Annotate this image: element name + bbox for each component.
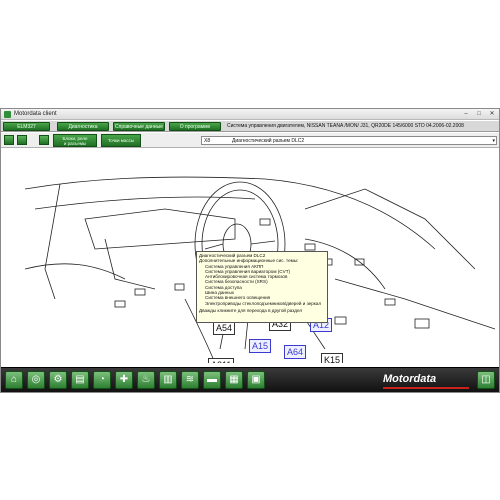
window-title: Motordata client <box>14 111 57 117</box>
contacts-icon[interactable]: ▣ <box>247 371 265 389</box>
tooltip-footer: Дважды кликните для перехода в другой ра… <box>199 307 303 313</box>
tab-blocks-relays-connectors[interactable]: Блоки, реле и разъемы <box>53 134 97 147</box>
app-icon <box>4 111 11 118</box>
minimize-button[interactable]: – <box>461 110 471 118</box>
tools-icon[interactable]: ✚ <box>115 371 133 389</box>
oil-icon[interactable]: ♨ <box>137 371 155 389</box>
select-code: X8 <box>204 138 211 144</box>
connector-label-a15[interactable]: A15 <box>249 339 272 353</box>
main-toolbar: ELM327 Диагностика Справочные данные О п… <box>1 121 499 132</box>
engine-icon[interactable]: ⚙ <box>49 371 67 389</box>
tab-elm327[interactable]: ELM327 <box>3 122 50 131</box>
search-icon[interactable]: ◎ <box>27 371 45 389</box>
connector-label-k15[interactable]: K15 <box>321 353 344 363</box>
home-icon[interactable]: ⌂ <box>5 371 23 389</box>
car-icon[interactable]: ▬ <box>203 371 221 389</box>
tab-reference-data[interactable]: Справочные данные <box>113 122 165 131</box>
tab-diagnostics[interactable]: Диагностика <box>57 122 109 131</box>
brand-underline <box>383 387 469 389</box>
connector-select[interactable]: X8 Диагностический разъем DLC2 ▾ <box>201 136 497 145</box>
wiring-icon[interactable]: ≋ <box>181 371 199 389</box>
maximize-button[interactable]: □ <box>474 110 484 118</box>
connector-tooltip: Диагностический разъем DLC2 Дополнительн… <box>196 251 328 323</box>
back-icon[interactable] <box>4 135 14 145</box>
close-button[interactable]: ✕ <box>487 110 497 118</box>
print-icon[interactable] <box>39 135 49 145</box>
connector-label-a211[interactable]: A211 <box>208 358 235 363</box>
tab-blocks-line2: и разъемы <box>63 141 87 146</box>
connector-label-a64[interactable]: A64 <box>284 345 307 359</box>
document-icon[interactable]: ▤ <box>71 371 89 389</box>
tab-about[interactable]: О программе <box>169 122 221 131</box>
gauge-icon[interactable]: ◔ <box>93 371 111 389</box>
fuse-icon[interactable]: ◫ <box>477 371 495 389</box>
select-name: Диагностический разъем DLC2 <box>232 138 305 144</box>
forward-icon[interactable] <box>17 135 27 145</box>
tab-ground-points[interactable]: Точки массы <box>101 134 141 147</box>
brand-logo: Motordata <box>383 373 437 385</box>
bottom-toolbar: ⌂ ◎ ⚙ ▤ ◔ ✚ ♨ ▥ ≋ ▬ ▦ ▣ ◫ Motordata <box>1 367 499 392</box>
title-bar: Motordata client – □ ✕ <box>1 109 499 120</box>
battery-icon[interactable]: ▥ <box>159 371 177 389</box>
tooltip-item: Электроприводы стеклоподъемников/дверей … <box>205 300 322 306</box>
sub-toolbar: Блоки, реле и разъемы Точки массы X8 Диа… <box>1 133 499 148</box>
connector-label-a54[interactable]: A54 <box>213 321 236 335</box>
chart-icon[interactable]: ▦ <box>225 371 243 389</box>
chevron-down-icon[interactable]: ▾ <box>492 137 495 145</box>
vehicle-info: Система управления двигателем, NISSAN TE… <box>227 123 464 129</box>
